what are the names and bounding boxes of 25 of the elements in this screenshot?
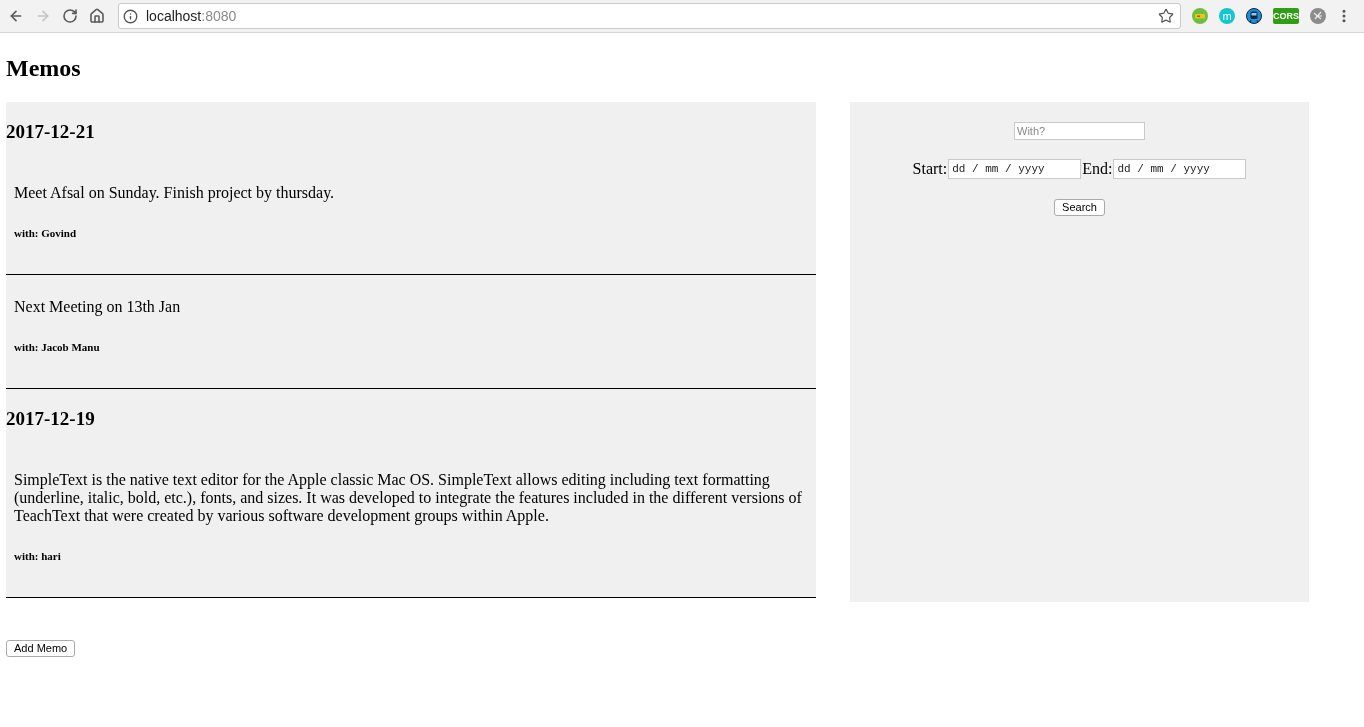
with-input[interactable]: With?: [1014, 122, 1145, 140]
home-icon[interactable]: [89, 8, 105, 24]
memo-participants: with: Govind: [14, 227, 77, 240]
memo-participants: with: hari: [14, 550, 61, 563]
end-label: End:: [1082, 160, 1113, 178]
address-bar[interactable]: localhost:8080: [118, 3, 1181, 29]
url-port: :8080: [201, 6, 237, 26]
page-title: Memos: [6, 54, 81, 82]
train-icon[interactable]: [1246, 8, 1262, 24]
url-host: localhost: [146, 6, 202, 26]
memo-text: SimpleText is the native text editor for the Apple classic Mac OS. SimpleText allows editing including text formatting (underline, italic, bold, etc.), fonts, and sizes. It was developed to integrate the features included in the different versions of TeachText that were created by various software development groups within Apple.: [14, 471, 803, 525]
start-date-input[interactable]: dd / mm / yyyy: [948, 159, 1082, 179]
memo-participants: with: Jacob Manu: [14, 341, 100, 354]
add-memo-button[interactable]: Add Memo: [6, 640, 76, 657]
date-heading: 2017-12-19: [6, 408, 95, 430]
end-date-input[interactable]: dd / mm / yyyy: [1113, 159, 1247, 179]
star-icon[interactable]: [1158, 8, 1174, 24]
reload-icon[interactable]: [62, 8, 78, 24]
search-button[interactable]: Search: [1054, 199, 1105, 216]
date-heading: 2017-12-21: [6, 121, 95, 143]
info-icon[interactable]: [123, 8, 138, 24]
start-label: Start:: [912, 160, 948, 178]
memo-text: Next Meeting on 13th Jan: [14, 298, 181, 316]
scribble-icon[interactable]: [1310, 8, 1326, 24]
memo-text: Meet Afsal on Sunday. Finish project by thursday.: [14, 184, 335, 202]
